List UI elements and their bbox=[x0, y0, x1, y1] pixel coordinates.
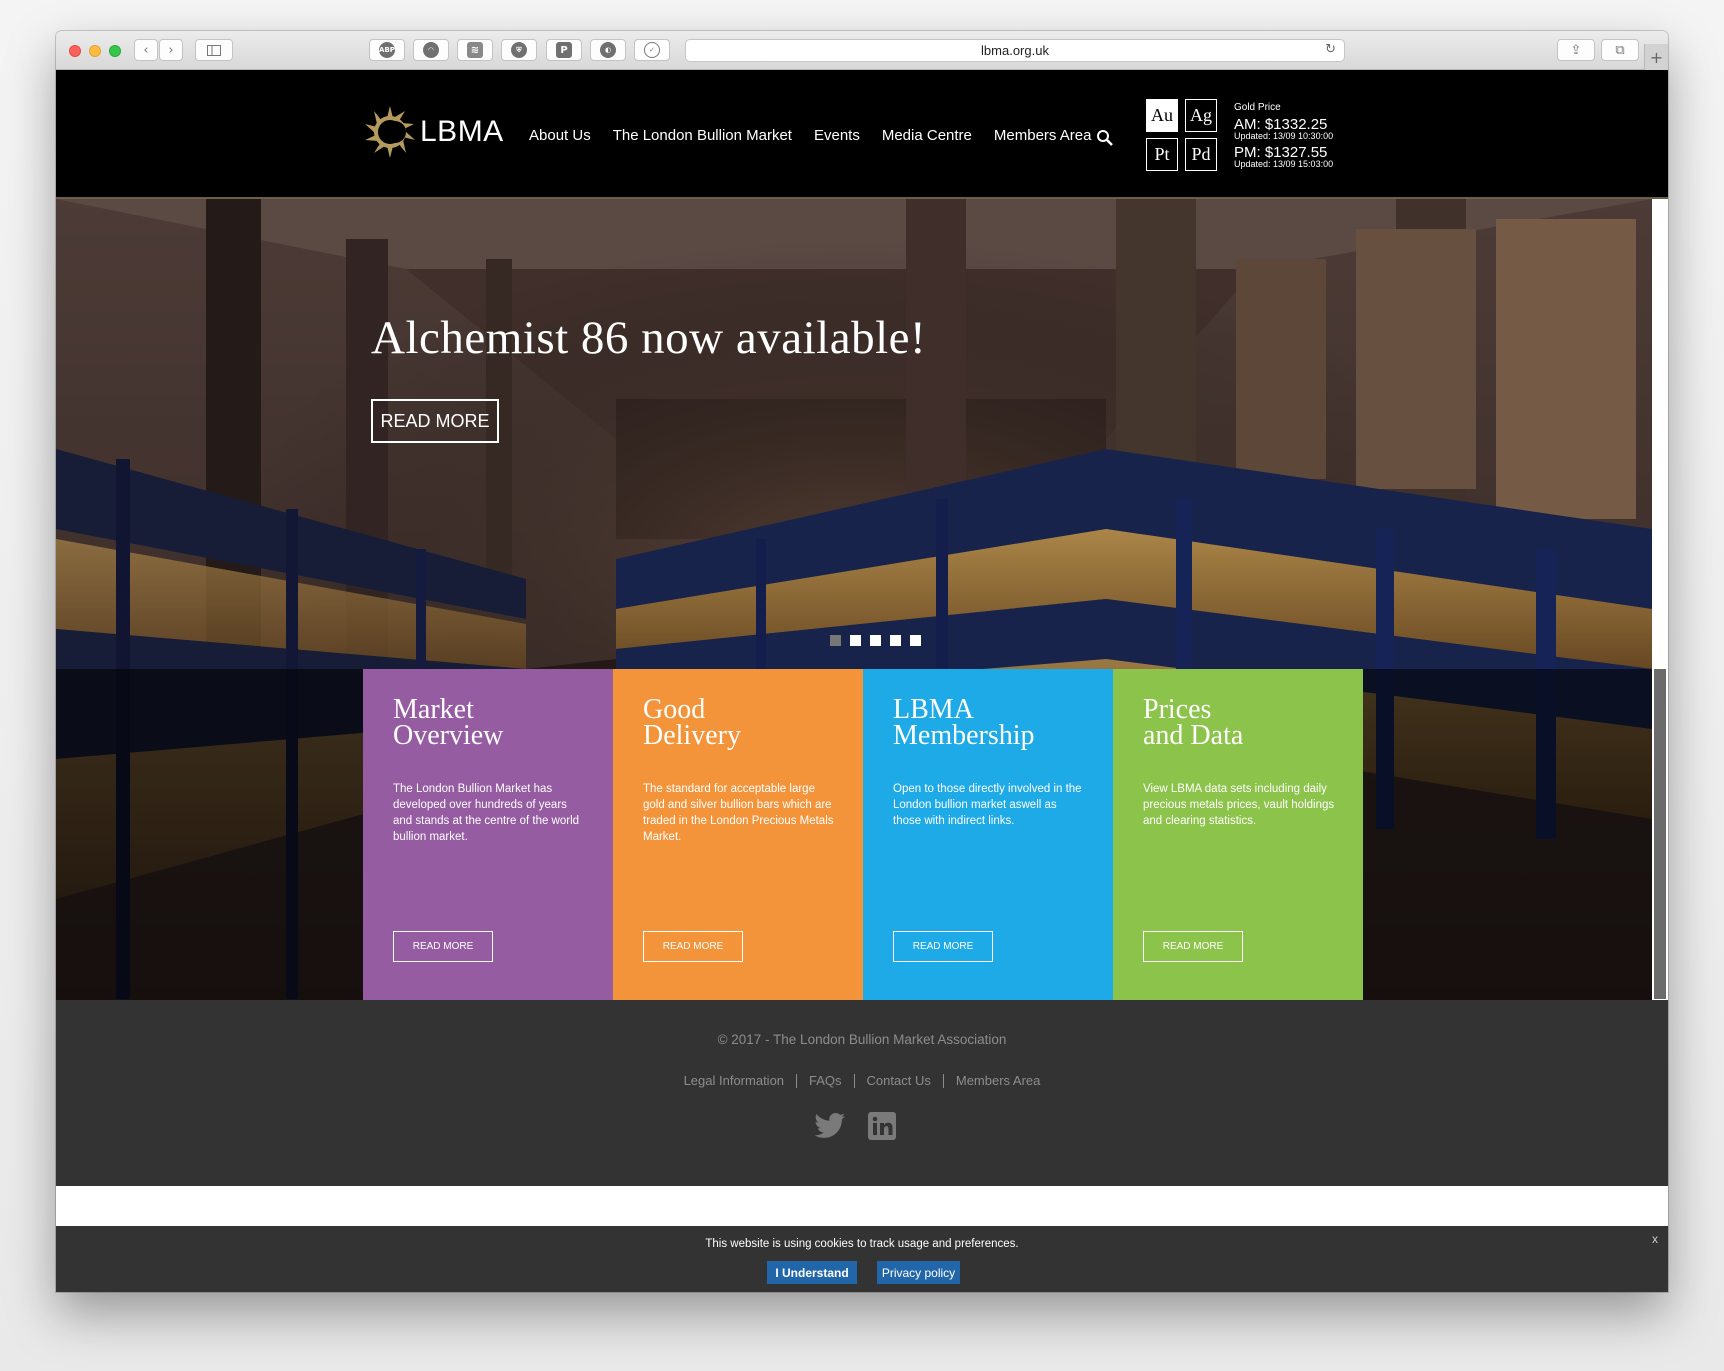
sidebar-icon bbox=[207, 44, 221, 56]
logo-text: LBMA bbox=[420, 115, 504, 148]
share-button[interactable]: ⇪ bbox=[1557, 39, 1595, 61]
chevron-left-icon: ‹ bbox=[143, 42, 149, 58]
card-read-more-button[interactable]: READ MORE bbox=[1143, 931, 1243, 962]
privacy-policy-button[interactable]: Privacy policy bbox=[877, 1261, 960, 1284]
metal-platinum-button[interactable]: Pt bbox=[1146, 138, 1178, 171]
card-description: Open to those directly involved in the L… bbox=[893, 783, 1082, 827]
address-bar[interactable]: lbma.org.uk ↻ bbox=[685, 39, 1345, 62]
hero-read-more-button[interactable]: READ MORE bbox=[371, 399, 499, 443]
buffer-extension-button[interactable]: ≋ bbox=[457, 39, 493, 61]
scrollbar-thumb[interactable] bbox=[1654, 669, 1666, 999]
nav-about-us[interactable]: About Us bbox=[529, 127, 591, 144]
layers-icon: ≋ bbox=[467, 42, 483, 58]
privacy-extension-button[interactable]: ✓ bbox=[634, 39, 670, 61]
card-read-more-button[interactable]: READ MORE bbox=[393, 931, 493, 962]
card-title: Market Overview bbox=[393, 694, 504, 751]
site-logo[interactable]: LBMA bbox=[362, 104, 504, 160]
cookie-banner: This website is using cookies to track u… bbox=[56, 1226, 1668, 1292]
price-title: Gold Price bbox=[1234, 102, 1281, 113]
share-icon: ⇪ bbox=[1570, 42, 1582, 58]
nav-media-centre[interactable]: Media Centre bbox=[882, 127, 972, 144]
bulb-icon: ◐ bbox=[600, 42, 616, 58]
card-description: The London Bullion Market has developed … bbox=[393, 783, 580, 843]
sidebar-toggle-button[interactable] bbox=[195, 39, 233, 61]
hero-title: Alchemist 86 now available! bbox=[371, 312, 927, 364]
page-bottom-space bbox=[56, 1186, 1668, 1226]
card-market-overview[interactable]: Market Overview The London Bullion Marke… bbox=[363, 669, 613, 1000]
card-good-delivery[interactable]: Good Delivery The standard for acceptabl… bbox=[613, 669, 863, 1000]
footer-link-legal[interactable]: Legal Information bbox=[672, 1073, 796, 1088]
reload-icon[interactable]: ↻ bbox=[1325, 42, 1336, 57]
chevron-right-icon: › bbox=[168, 42, 174, 58]
card-title: Prices and Data bbox=[1143, 694, 1244, 751]
p-icon: P bbox=[556, 42, 572, 58]
close-window-button[interactable] bbox=[69, 45, 81, 57]
ghostery-extension-button[interactable]: ◠ bbox=[413, 39, 449, 61]
sun-logo-icon bbox=[365, 106, 415, 158]
cookie-accept-button[interactable]: I Understand bbox=[767, 1261, 857, 1284]
slider-dot-5[interactable] bbox=[910, 635, 921, 646]
footer-links: Legal Information FAQs Contact Us Member… bbox=[56, 1073, 1668, 1088]
adblock-extension-button[interactable]: ABP bbox=[369, 39, 405, 61]
forward-button[interactable]: › bbox=[159, 39, 183, 61]
card-title: LBMA Membership bbox=[893, 694, 1035, 751]
search-icon[interactable] bbox=[1096, 129, 1114, 147]
shield-icon: ⛨ bbox=[511, 42, 527, 58]
new-tab-button[interactable]: + bbox=[1644, 44, 1668, 70]
footer-link-contact[interactable]: Contact Us bbox=[855, 1073, 943, 1088]
minimize-window-button[interactable] bbox=[89, 45, 101, 57]
card-description: The standard for acceptable large gold a… bbox=[643, 783, 834, 843]
metal-silver-button[interactable]: Ag bbox=[1185, 99, 1217, 132]
am-price: AM: $1332.25 bbox=[1234, 116, 1328, 133]
tabs-overview-button[interactable]: ⧉ bbox=[1601, 39, 1639, 61]
url-text: lbma.org.uk bbox=[981, 43, 1049, 58]
pm-price: PM: $1327.55 bbox=[1234, 144, 1328, 161]
copyright-text: © 2017 - The London Bullion Market Assoc… bbox=[717, 1032, 1007, 1047]
nav-members-area[interactable]: Members Area bbox=[994, 127, 1092, 144]
zoom-window-button[interactable] bbox=[109, 45, 121, 57]
tabs-icon: ⧉ bbox=[1615, 42, 1625, 58]
pocket-extension-button[interactable]: P bbox=[546, 39, 582, 61]
main-nav: About Us The London Bullion Market Event… bbox=[529, 127, 1113, 144]
footer-link-faqs[interactable]: FAQs bbox=[797, 1073, 854, 1088]
abp-icon: ABP bbox=[379, 42, 395, 58]
browser-window: ‹ › ABP ◠ ≋ ⛨ P ◐ ✓ lbma.org.uk ↻ ⇪ ⧉ + bbox=[56, 31, 1668, 1292]
pm-updated: Updated: 13/09 15:03:00 bbox=[1234, 159, 1334, 169]
browser-toolbar: ‹ › ABP ◠ ≋ ⛨ P ◐ ✓ lbma.org.uk ↻ ⇪ ⧉ + bbox=[56, 31, 1668, 70]
metal-palladium-button[interactable]: Pd bbox=[1185, 138, 1217, 171]
slider-dot-3[interactable] bbox=[870, 635, 881, 646]
footer-link-members[interactable]: Members Area bbox=[944, 1073, 1053, 1088]
slider-dot-4[interactable] bbox=[890, 635, 901, 646]
close-icon[interactable]: x bbox=[1652, 1232, 1658, 1246]
site-header: LBMA About Us The London Bullion Market … bbox=[56, 70, 1668, 199]
shield-extension-button[interactable]: ⛨ bbox=[501, 39, 537, 61]
nav-london-bullion-market[interactable]: The London Bullion Market bbox=[613, 127, 792, 144]
ghost-icon: ◠ bbox=[423, 42, 439, 58]
bulb-extension-button[interactable]: ◐ bbox=[590, 39, 626, 61]
slider-dots bbox=[830, 635, 921, 646]
check-shield-icon: ✓ bbox=[644, 42, 660, 58]
card-read-more-button[interactable]: READ MORE bbox=[643, 931, 743, 962]
linkedin-icon[interactable] bbox=[866, 1111, 898, 1141]
card-title: Good Delivery bbox=[643, 694, 741, 751]
card-description: View LBMA data sets including daily prec… bbox=[1143, 783, 1335, 827]
twitter-icon[interactable] bbox=[814, 1111, 846, 1141]
back-button[interactable]: ‹ bbox=[134, 39, 158, 61]
plus-icon: + bbox=[1649, 47, 1664, 67]
card-prices-and-data[interactable]: Prices and Data View LBMA data sets incl… bbox=[1113, 669, 1363, 1000]
nav-events[interactable]: Events bbox=[814, 127, 860, 144]
social-links bbox=[814, 1111, 898, 1141]
am-updated: Updated: 13/09 10:30:00 bbox=[1234, 131, 1334, 141]
metal-gold-button[interactable]: Au bbox=[1146, 99, 1178, 132]
slider-dot-2[interactable] bbox=[850, 635, 861, 646]
price-widget: Gold Price AM: $1332.25 Updated: 13/09 1… bbox=[1234, 102, 1333, 169]
site-footer: © 2017 - The London Bullion Market Assoc… bbox=[56, 1000, 1668, 1186]
slider-dot-1[interactable] bbox=[830, 635, 841, 646]
card-read-more-button[interactable]: READ MORE bbox=[893, 931, 993, 962]
hero-slider: Alchemist 86 now available! READ MORE Ma… bbox=[56, 199, 1652, 1000]
card-lbma-membership[interactable]: LBMA Membership Open to those directly i… bbox=[863, 669, 1113, 1000]
cookie-text: This website is using cookies to track u… bbox=[705, 1238, 1019, 1250]
